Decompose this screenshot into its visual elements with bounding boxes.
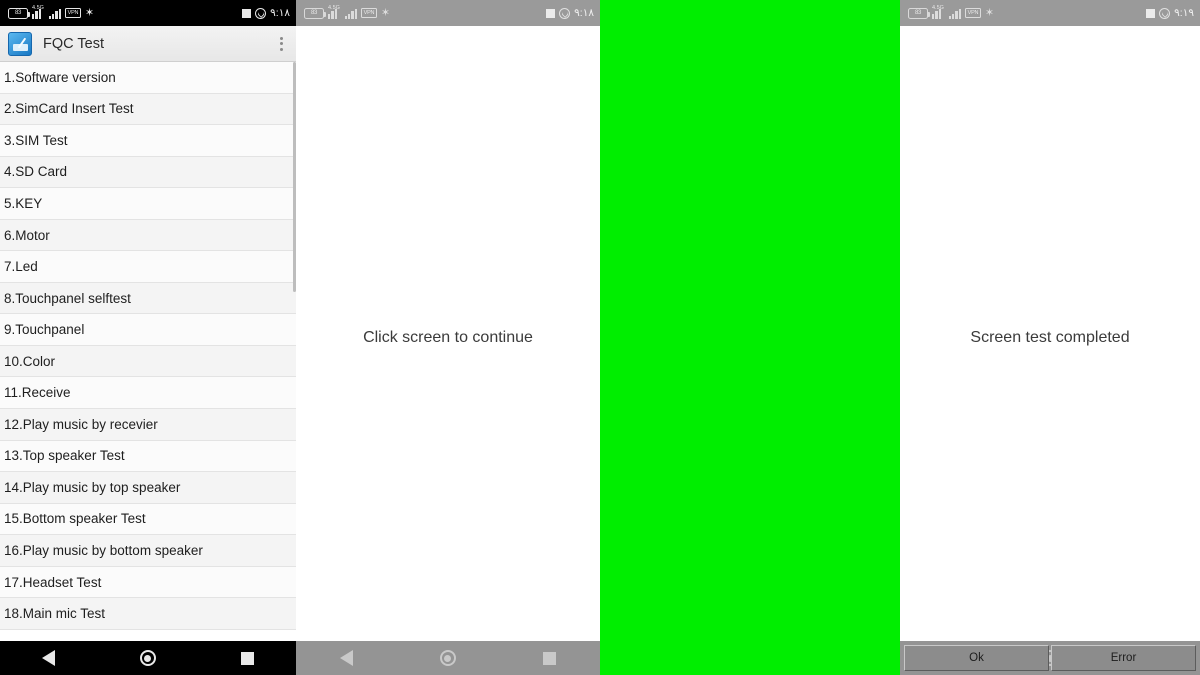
list-item[interactable]: 13.Top speaker Test xyxy=(0,440,296,473)
screenshot-stage: 83 4.5G VPN ✶ ٩:١٨ FQC Test 1.Software v… xyxy=(0,0,1200,675)
ok-button[interactable]: Ok xyxy=(904,645,1049,671)
panel-click-screen[interactable]: 83 4.5G VPN ✶ ٩:١٨ Click screen to conti… xyxy=(296,0,600,675)
fqc-app-icon xyxy=(8,31,32,56)
status-bar-panel1: 83 4.5G VPN ✶ ٩:١٨ xyxy=(0,0,296,26)
home-nav-icon[interactable] xyxy=(439,650,456,666)
status-bar-left-icons: 83 4.5G VPN ✶ xyxy=(8,4,95,19)
app-title: FQC Test xyxy=(43,35,104,52)
bluetooth-icon: ✶ xyxy=(84,6,95,19)
panel-green-color-test[interactable] xyxy=(600,0,900,675)
list-item[interactable]: 11.Receive xyxy=(0,377,296,410)
status-bar-right-icons: ٩:١٨ xyxy=(242,6,290,19)
whatsapp-icon xyxy=(255,7,267,19)
list-item[interactable]: 7.Led xyxy=(0,251,296,283)
back-nav-icon[interactable] xyxy=(42,650,56,666)
list-item[interactable]: 17.Headset Test xyxy=(0,566,296,599)
list-item[interactable]: 2.SimCard Insert Test xyxy=(0,93,296,126)
signal-bars-sim2-icon xyxy=(48,8,62,19)
recents-nav-icon[interactable] xyxy=(240,651,254,665)
recents-nav-icon[interactable] xyxy=(543,651,557,665)
screen-test-completed-message: Screen test completed xyxy=(970,328,1130,346)
list-item[interactable]: 4.SD Card xyxy=(0,156,296,189)
app-bar: FQC Test xyxy=(0,26,296,62)
signal-bars-sim1-icon: 4.5G xyxy=(32,4,45,19)
list-item[interactable]: 3.SIM Test xyxy=(0,125,296,157)
network-type-label: 4.5G xyxy=(32,4,44,11)
list-item[interactable]: 1.Software version xyxy=(0,62,296,94)
list-item[interactable]: 14.Play music by top speaker xyxy=(0,472,296,504)
list-item[interactable]: 10.Color xyxy=(0,345,296,378)
home-nav-icon[interactable] xyxy=(139,650,156,666)
click-screen-message[interactable]: Click screen to continue xyxy=(296,0,600,675)
list-item[interactable]: 5.KEY xyxy=(0,188,296,220)
notification-square-icon xyxy=(242,8,252,18)
list-item[interactable]: 18.Main mic Test xyxy=(0,598,296,630)
list-item[interactable]: 9.Touchpanel xyxy=(0,314,296,346)
back-nav-icon[interactable] xyxy=(339,650,353,666)
navigation-bar-panel1 xyxy=(0,641,296,675)
battery-level-text: 83 xyxy=(14,10,22,16)
list-item[interactable]: 15.Bottom speaker Test xyxy=(0,503,296,536)
vpn-icon: VPN xyxy=(65,8,81,18)
more-options-icon[interactable] xyxy=(275,33,288,55)
error-button[interactable]: Error xyxy=(1051,645,1196,671)
navigation-bar-panel2 xyxy=(296,641,600,675)
battery-icon: 83 xyxy=(8,7,31,19)
list-item[interactable]: 6.Motor xyxy=(0,219,296,252)
list-item[interactable]: 16.Play music by bottom speaker xyxy=(0,535,296,567)
status-bar-clock: ٩:١٨ xyxy=(270,6,290,19)
list-item[interactable]: 8.Touchpanel selftest xyxy=(0,282,296,315)
result-button-bar: Ok Error xyxy=(900,643,1200,673)
list-item[interactable]: 12.Play music by recevier xyxy=(0,409,296,441)
panel-fqc-test-list: 83 4.5G VPN ✶ ٩:١٨ FQC Test 1.Software v… xyxy=(0,0,296,675)
test-list[interactable]: 1.Software version 2.SimCard Insert Test… xyxy=(0,62,296,641)
panel-screen-test-completed: 83 4.5G VPN ✶ ٩:١٩ Screen test completed xyxy=(900,0,1200,675)
